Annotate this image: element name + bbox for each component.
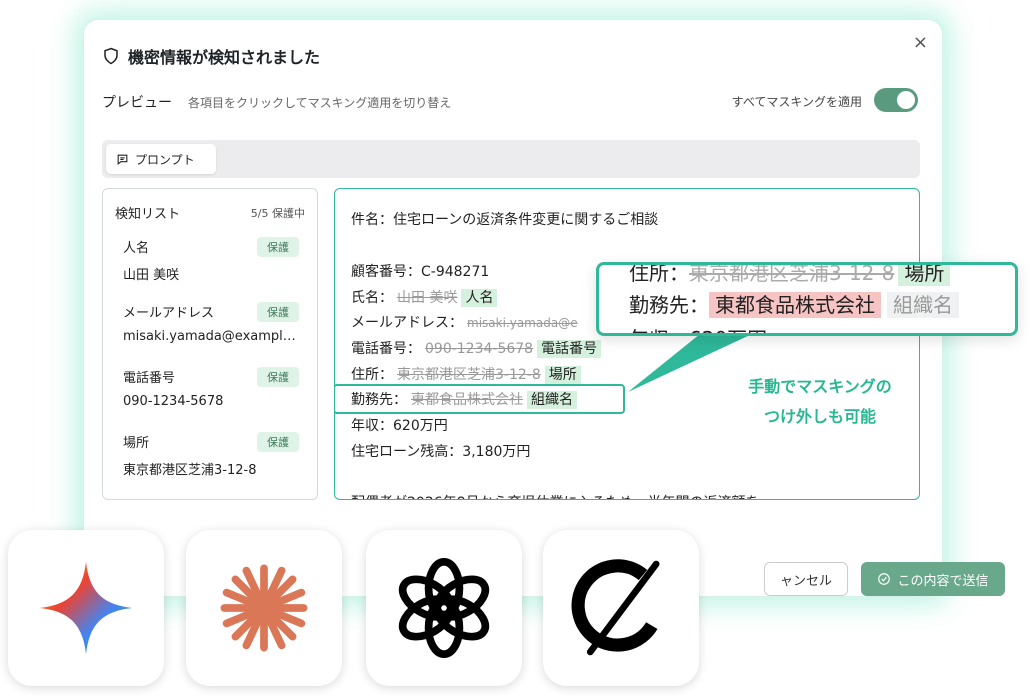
- list-item[interactable]: 電話番号 保護 090-1234-5678: [123, 367, 299, 409]
- claude-tile[interactable]: [186, 530, 342, 686]
- grok-icon: [571, 559, 660, 656]
- zoom-masked-address: 東京都港区芝浦3-12-8: [689, 262, 895, 285]
- phone-label: 電話番号：: [351, 341, 421, 357]
- dialog-title: 機密情報が検知されました: [128, 48, 321, 67]
- work-label: 勤務先：: [351, 392, 407, 408]
- email-label: メールアドレス：: [351, 315, 463, 331]
- prompt-body: 配偶者が2026年8月から育児休業に入るため、半年間の返済額を: [351, 492, 760, 499]
- check-circle-icon: [878, 573, 891, 585]
- address-mask-tag[interactable]: 場所: [544, 366, 581, 384]
- prompt-email-line: メールアドレス： misaki.yamada@e: [351, 312, 578, 332]
- send-button[interactable]: この内容で送信: [861, 562, 1005, 596]
- gemini-icon: [39, 561, 133, 655]
- detected-value: 山田 美咲: [123, 268, 180, 283]
- list-item[interactable]: メールアドレス 保護 misaki.yamada@example...: [123, 302, 299, 344]
- zoom-callout: 住所：東京都港区芝浦3-12-8場所 勤務先：東都食品株式会社組織名 年収：62…: [596, 262, 1018, 336]
- prompt-loan: 住宅ローン残高：3,180万円: [351, 444, 531, 460]
- chat-icon: [117, 154, 128, 165]
- name-mask-tag[interactable]: 人名: [461, 289, 498, 307]
- mask-all-toggle[interactable]: [874, 88, 918, 112]
- detected-value: misaki.yamada@example...: [123, 329, 299, 344]
- status-badge[interactable]: 保護: [257, 302, 299, 322]
- masked-name[interactable]: 山田 美咲: [397, 290, 457, 306]
- status-badge[interactable]: 保護: [257, 432, 299, 452]
- prompt-income: 年収：620万円: [351, 418, 448, 434]
- chatgpt-tile[interactable]: [366, 530, 522, 686]
- zoom-work-label: 勤務先：: [629, 293, 709, 317]
- status-badge[interactable]: 保護: [257, 237, 299, 257]
- preview-hint: 各項目をクリックしてマスキング適用を切り替え: [188, 96, 452, 110]
- chatgpt-icon: [398, 557, 490, 659]
- protection-count: 5/5 保護中: [250, 207, 305, 220]
- detected-value: 東京都港区芝浦3-12-8: [123, 463, 257, 478]
- status-badge[interactable]: 保護: [257, 367, 299, 387]
- zoom-income: 年収：620万円: [629, 323, 767, 333]
- callout-line-2: つけ外しも可能: [763, 407, 876, 426]
- prompt-subject: 件名：住宅ローンの返済条件変更に関するご相談: [351, 212, 659, 228]
- prompt-work-line: 勤務先： 東都食品株式会社 組織名: [351, 389, 577, 409]
- detection-list-title: 検知リスト: [115, 207, 181, 222]
- address-label: 住所：: [351, 367, 393, 383]
- zoom-work-line: 勤務先： 東都食品株式会社 組織名: [629, 289, 959, 318]
- list-item[interactable]: 場所 保護 東京都港区芝浦3-12-8: [123, 432, 299, 478]
- name-label: 氏名：: [351, 290, 393, 306]
- phone-mask-tag[interactable]: 電話番号: [537, 340, 602, 358]
- prompt-name-line: 氏名： 山田 美咲 人名: [351, 287, 498, 307]
- gemini-tile[interactable]: [8, 530, 164, 686]
- tab-bar: プロンプト: [102, 140, 920, 178]
- zoom-work-tag: 組織名: [887, 292, 959, 318]
- zoom-unmasked-work: 東都食品株式会社: [709, 292, 881, 318]
- preview-label: プレビュー: [102, 95, 172, 111]
- grok-tile[interactable]: [543, 530, 699, 686]
- claude-icon: [220, 564, 308, 652]
- tab-label: プロンプト: [135, 152, 195, 167]
- detected-value: 090-1234-5678: [123, 394, 224, 409]
- zoom-address-line: 住所：東京都港区芝浦3-12-8 場所: [629, 262, 951, 286]
- masked-work[interactable]: 東都食品株式会社: [411, 392, 523, 408]
- callout-text: 手動でマスキングの つけ外しも可能: [720, 372, 920, 432]
- prompt-address-line: 住所： 東京都港区芝浦3-12-8 場所: [351, 364, 581, 384]
- tab-prompt[interactable]: プロンプト: [106, 144, 216, 174]
- masked-phone[interactable]: 090-1234-5678: [425, 341, 533, 357]
- masked-email[interactable]: misaki.yamada@e: [467, 316, 578, 330]
- shield-icon: [104, 47, 118, 65]
- send-label: この内容で送信: [897, 573, 989, 589]
- callout-line-1: 手動でマスキングの: [748, 377, 892, 396]
- zoom-address-label: 住所：: [629, 262, 689, 285]
- list-item[interactable]: 人名 保護 山田 美咲: [123, 237, 299, 283]
- zoom-address-tag: 場所: [898, 265, 951, 286]
- mask-all-label: すべてマスキングを適用: [731, 95, 862, 109]
- masked-address[interactable]: 東京都港区芝浦3-12-8: [397, 367, 541, 383]
- prompt-customer-no: 顧客番号：C-948271: [351, 264, 490, 280]
- dialog-header: 機密情報が検知されました: [102, 44, 320, 68]
- prompt-phone-line: 電話番号： 090-1234-5678 電話番号: [351, 338, 602, 358]
- detection-list: 検知リスト 5/5 保護中 人名 保護 山田 美咲 メールアドレス 保護 mis…: [102, 188, 318, 500]
- cancel-button[interactable]: ャンセル: [764, 562, 848, 596]
- work-mask-tag[interactable]: 組織名: [527, 391, 577, 409]
- close-button[interactable]: ×: [913, 32, 928, 53]
